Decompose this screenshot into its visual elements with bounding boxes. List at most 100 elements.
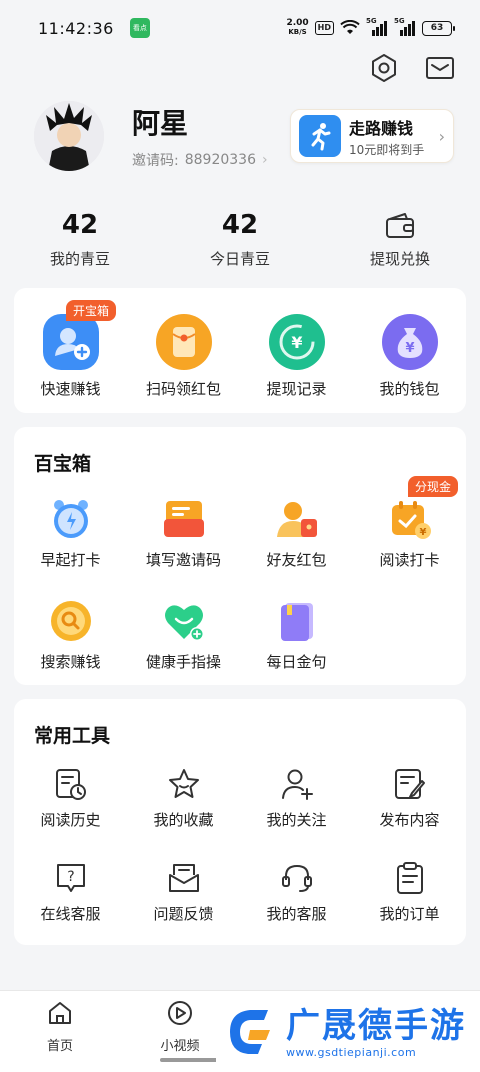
svg-text:¥: ¥: [405, 341, 414, 356]
app-badge-icon: 看点: [129, 18, 150, 38]
friend-red-envelope-button[interactable]: 好友红包: [240, 497, 353, 570]
stat-withdraw[interactable]: 提现兑换: [320, 210, 480, 269]
invite-box-icon: [127, 497, 240, 541]
status-bar: 11:42:36 看点 2.00 KB/S HD 5G 5G 63: [0, 0, 480, 56]
wifi-icon: [340, 20, 360, 36]
stat-label: 今日青豆: [209, 250, 270, 268]
money-bag-icon: ¥: [353, 314, 466, 370]
add-user-icon: [14, 314, 127, 370]
stat-label: 提现兑换: [369, 250, 430, 268]
running-icon: [299, 115, 341, 157]
stat-label: 我的青豆: [49, 250, 110, 268]
calendar-coin-icon: ¥: [353, 497, 466, 541]
tool-label: 问题反馈: [153, 905, 214, 923]
tool-label: 在线客服: [40, 905, 101, 923]
stat-today-beans[interactable]: 42 今日青豆: [160, 210, 320, 269]
watermark-text: 广晟德手游 www.gsdtiepianji.com: [286, 1006, 466, 1059]
watermark: 广晟德手游 www.gsdtiepianji.com: [216, 992, 480, 1072]
invite-code-row[interactable]: 邀请码: 88920336 ›: [132, 150, 268, 170]
mail-icon: [426, 57, 454, 79]
enter-invite-code-button[interactable]: 填写邀请码: [127, 497, 240, 570]
stat-value: 42: [221, 210, 259, 240]
nav-home[interactable]: 首页: [20, 999, 100, 1054]
net-speed-value: 2.00: [286, 18, 309, 28]
feedback-button[interactable]: 问题反馈: [127, 861, 240, 924]
star-icon: [127, 767, 240, 801]
signal-label-2: 5G: [394, 17, 405, 25]
tool-label: 我的客服: [266, 905, 327, 923]
red-envelope-icon: [127, 314, 240, 370]
edit-document-icon: [353, 767, 466, 801]
tool-label: 我的收藏: [153, 811, 214, 829]
treasure-label: 每日金句: [266, 653, 327, 671]
share-cash-tag: 分现金: [408, 476, 459, 497]
read-checkin-button[interactable]: ¥ 阅读打卡: [353, 497, 466, 570]
quick-action-label: 快速赚钱: [40, 380, 101, 398]
scan-red-envelope-button[interactable]: 扫码领红包: [127, 314, 240, 399]
reading-history-icon: [14, 767, 127, 801]
hd-icon: HD: [314, 21, 334, 35]
open-treasure-tag: 开宝箱: [66, 300, 117, 321]
treasure-label: 好友红包: [266, 551, 327, 569]
my-follows-button[interactable]: 我的关注: [240, 767, 353, 830]
search-coin-icon: [14, 599, 127, 643]
quick-actions-card: 快速赚钱 开宝箱 扫码领红包 ¥ 提现记录 ¥ 我的钱包: [14, 288, 466, 413]
stat-my-beans[interactable]: 42 我的青豆: [0, 210, 160, 269]
watermark-title: 广晟德手游: [286, 1005, 466, 1046]
quick-action-label: 扫码领红包: [145, 380, 221, 398]
yuan-refresh-icon: ¥: [240, 314, 353, 370]
follow-user-icon: [240, 767, 353, 801]
quick-earn-button[interactable]: 快速赚钱: [14, 314, 127, 399]
signal-icon-1: 5G: [366, 17, 388, 36]
nav-short-video[interactable]: 小视频: [140, 999, 220, 1054]
my-wallet-button[interactable]: ¥ 我的钱包: [353, 314, 466, 399]
stat-value: 42: [61, 210, 99, 240]
svg-text:¥: ¥: [291, 333, 302, 352]
walk-text: 走路赚钱 10元即将到手: [349, 115, 439, 158]
tool-label: 发布内容: [379, 811, 440, 829]
alarm-clock-icon: [14, 497, 127, 541]
status-time: 11:42:36: [38, 18, 114, 38]
withdraw-record-button[interactable]: ¥ 提现记录: [240, 314, 353, 399]
treasure-label: 阅读打卡: [379, 551, 440, 569]
settings-hexagon-icon: [372, 54, 396, 82]
status-indicators: 2.00 KB/S HD 5G 5G 63: [286, 17, 455, 37]
chevron-right-icon: ›: [261, 152, 268, 168]
treasure-label: 填写邀请码: [145, 551, 221, 569]
home-indicator: [160, 1058, 218, 1062]
quick-action-label: 提现记录: [266, 380, 327, 398]
publish-content-button[interactable]: 发布内容: [353, 767, 466, 830]
my-favorites-button[interactable]: 我的收藏: [127, 767, 240, 830]
friend-envelope-icon: [240, 497, 353, 541]
heart-plus-icon: [127, 599, 240, 643]
watermark-url: www.gsdtiepianji.com: [286, 1045, 417, 1059]
play-icon: [168, 1001, 192, 1025]
treasure-label: 健康手指操: [145, 653, 221, 671]
my-orders-button[interactable]: 我的订单: [353, 861, 466, 924]
messages-button[interactable]: [424, 52, 456, 84]
tool-label: 阅读历史: [40, 811, 101, 829]
home-icon: [49, 1002, 71, 1024]
early-checkin-button[interactable]: 早起打卡: [14, 497, 127, 570]
tool-label: 我的订单: [379, 905, 440, 923]
my-service-button[interactable]: 我的客服: [240, 861, 353, 924]
network-speed: 2.00 KB/S: [286, 19, 308, 37]
wallet-icon: [320, 210, 480, 242]
stats-row: 42 我的青豆 42 今日青豆 提现兑换: [0, 210, 480, 269]
name-block: 阿星 邀请码: 88920336 ›: [132, 102, 268, 170]
watermark-logo-icon: [230, 1010, 270, 1054]
online-service-button[interactable]: ? 在线客服: [14, 861, 127, 924]
reading-history-button[interactable]: 阅读历史: [14, 767, 127, 830]
question-chat-icon: ?: [14, 861, 127, 895]
walk-earn-card[interactable]: 走路赚钱 10元即将到手 ›: [290, 109, 454, 163]
common-tools-title: 常用工具: [34, 725, 111, 747]
invite-code: 88920336: [184, 152, 256, 168]
invite-label: 邀请码:: [132, 153, 179, 169]
avatar[interactable]: [34, 101, 104, 171]
search-earn-button[interactable]: 搜索赚钱: [14, 599, 127, 672]
svg-text:?: ?: [67, 869, 74, 885]
tool-label: 我的关注: [266, 811, 327, 829]
settings-button[interactable]: [368, 52, 400, 84]
health-finger-exercise-button[interactable]: 健康手指操: [127, 599, 240, 672]
daily-quote-button[interactable]: 每日金句: [240, 599, 353, 672]
